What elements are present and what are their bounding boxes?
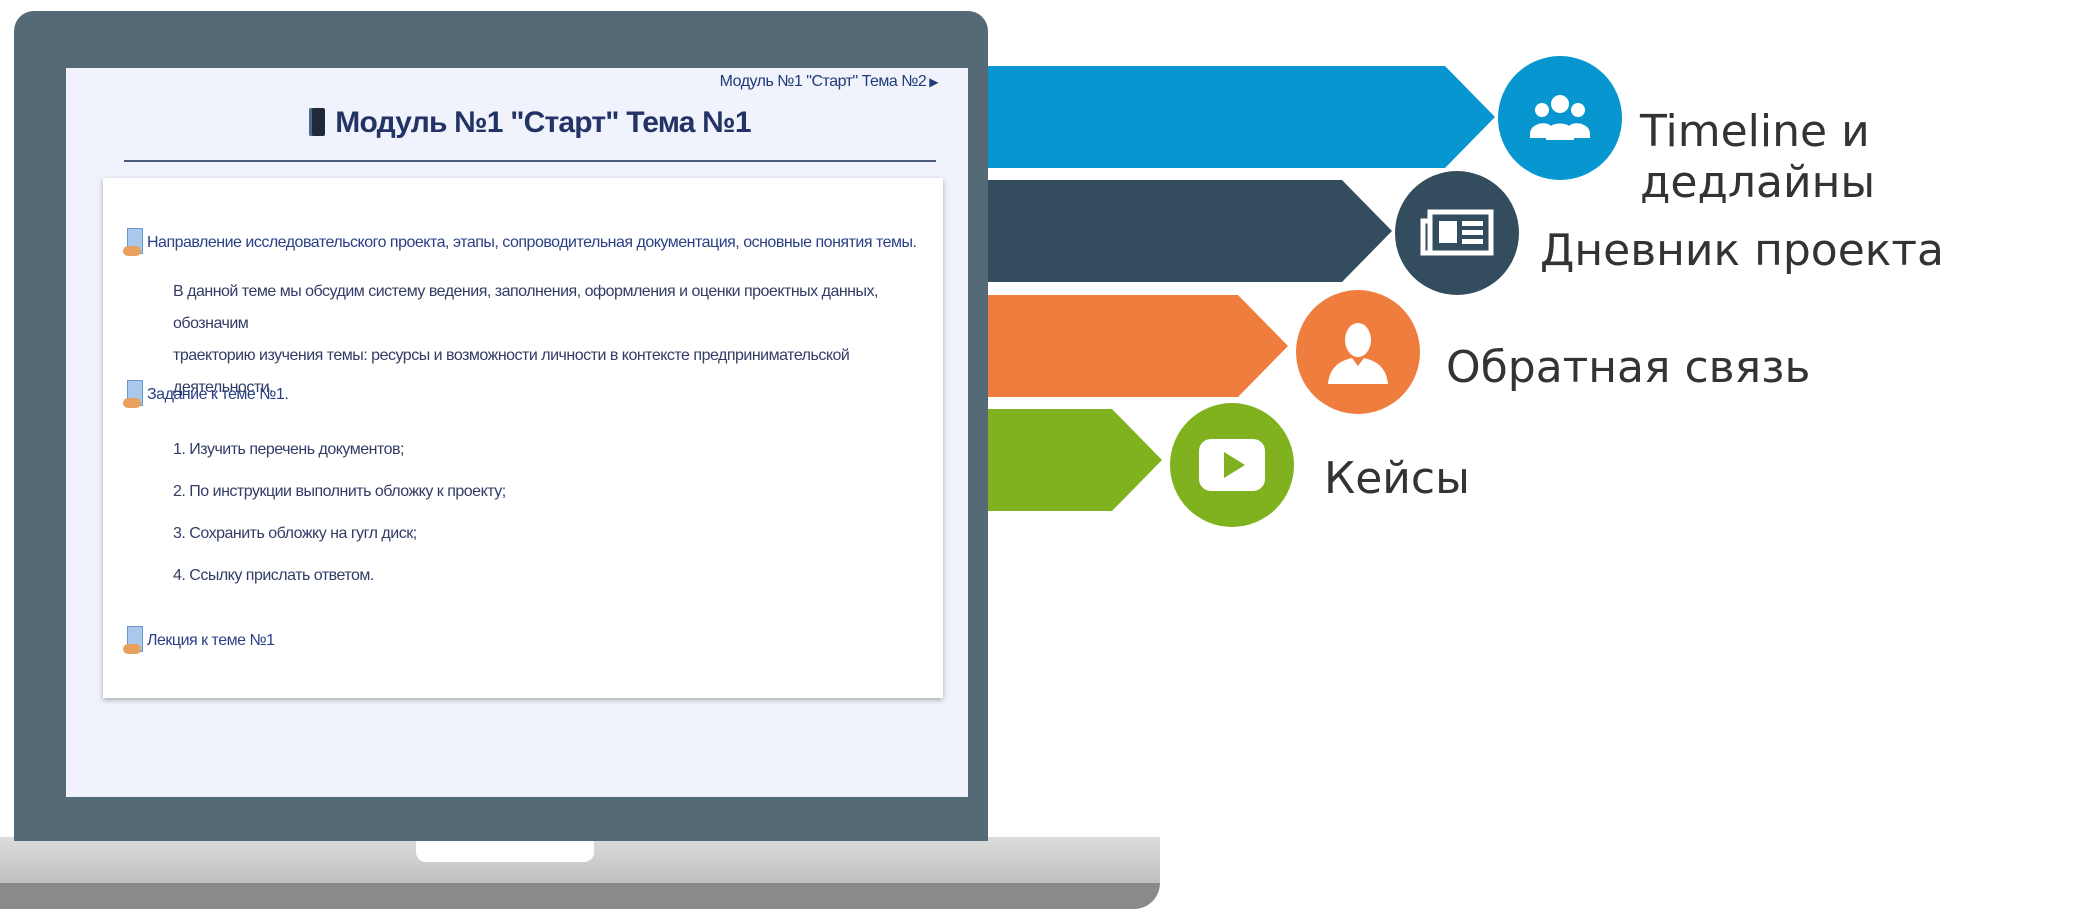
band-timeline <box>900 66 1495 168</box>
file-icon <box>123 380 143 410</box>
laptop-base-bottom <box>0 883 1160 909</box>
laptop-screen: Модуль №1 "Старт" Тема №2 ▶ Модуль №1 "Ст… <box>66 68 968 797</box>
section-link-label[interactable]: Направление исследовательского проекта, … <box>147 234 917 251</box>
feature-circle-timeline[interactable] <box>1498 56 1622 180</box>
person-icon <box>1328 323 1388 384</box>
page-heading: Модуль №1 "Старт" Тема №1 <box>124 106 936 162</box>
page-title: Модуль №1 "Старт" Тема №1 <box>335 106 751 139</box>
feature-label-diary: Дневник проекта <box>1540 225 1944 276</box>
task-item: 1. Изучить перечень документов; <box>173 441 404 458</box>
section-item[interactable]: Задание к теме №1. <box>123 380 289 408</box>
description-line-1: В данной теме мы обсудим систему ведения… <box>173 283 878 332</box>
content-card: Направление исследовательского проекта, … <box>103 178 943 698</box>
topic-description: В данной теме мы обсудим систему ведения… <box>173 276 893 404</box>
users-icon <box>1530 95 1590 140</box>
feature-label-timeline: Timeline и дедлайны <box>1640 106 1876 208</box>
task-item: 3. Сохранить обложку на гугл диск; <box>173 525 417 542</box>
file-icon <box>123 626 143 656</box>
feature-circle-feedback[interactable] <box>1296 290 1420 414</box>
book-icon <box>309 108 326 136</box>
feature-label-feedback: Обратная связь <box>1446 342 1811 393</box>
next-topic-link[interactable]: Модуль №1 "Старт" Тема №2 ▶ <box>720 73 939 91</box>
feature-circle-diary[interactable] <box>1395 171 1519 295</box>
task-item: 2. По инструкции выполнить обложку к про… <box>173 483 506 500</box>
section-item[interactable]: Лекция к теме №1 <box>123 626 275 654</box>
newspaper-icon <box>1420 209 1494 256</box>
feature-label-cases: Кейсы <box>1324 453 1470 504</box>
section-item[interactable]: Направление исследовательского проекта, … <box>123 228 917 256</box>
file-icon <box>123 228 143 258</box>
section-link-label[interactable]: Лекция к теме №1 <box>147 632 275 649</box>
task-item: 4. Ссылку прислать ответом. <box>173 567 374 584</box>
section-link-label[interactable]: Задание к теме №1. <box>147 386 289 403</box>
play-icon <box>1199 439 1265 491</box>
triangle-right-icon: ▶ <box>929 75 938 89</box>
next-topic-label[interactable]: Модуль №1 "Старт" Тема №2 <box>720 73 927 90</box>
laptop-frame: Модуль №1 "Старт" Тема №2 ▶ Модуль №1 "Ст… <box>14 11 988 841</box>
feature-circle-cases[interactable] <box>1170 403 1294 527</box>
